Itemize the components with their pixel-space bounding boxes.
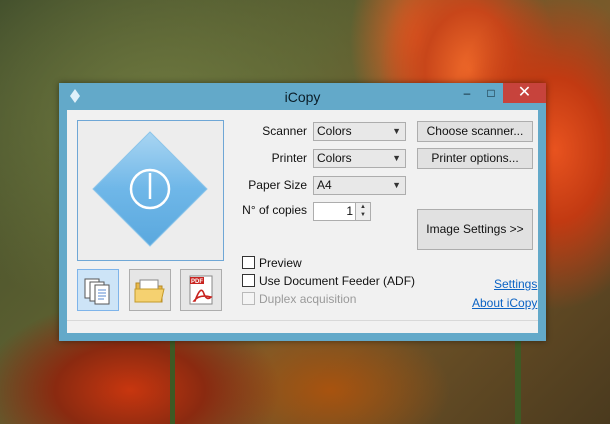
minimize-button[interactable]: – <box>457 83 477 103</box>
printer-select-value: Colors <box>317 151 352 165</box>
scanner-label: Scanner <box>262 124 307 138</box>
main-panel: PDF Scanner Printer Paper Size N° of cop… <box>67 110 538 333</box>
duplex-label: Duplex acquisition <box>259 292 357 306</box>
paper-size-label: Paper Size <box>248 178 307 192</box>
pdf-label: PDF <box>191 279 203 285</box>
open-folder-icon <box>134 279 165 303</box>
duplex-option: Duplex acquisition <box>242 292 356 308</box>
icopy-window: iCopy – □ ✕ PDF Scanner Printer Paper Si… <box>59 83 546 341</box>
copy-documents-icon <box>84 278 110 305</box>
adf-option[interactable]: Use Document Feeder (ADF) <box>242 274 415 290</box>
background-stem <box>170 340 175 424</box>
pdf-icon: PDF <box>189 275 213 305</box>
printer-select[interactable]: Colors ▼ <box>313 149 406 168</box>
save-to-folder-button[interactable] <box>129 269 171 311</box>
settings-link[interactable]: Settings <box>494 277 537 291</box>
chevron-down-icon: ▼ <box>392 126 401 136</box>
scanner-select-value: Colors <box>317 124 352 138</box>
preview-label: Preview <box>259 256 302 270</box>
chevron-down-icon: ▼ <box>392 153 401 163</box>
image-settings-button[interactable]: Image Settings >> <box>417 209 533 250</box>
bottom-divider <box>67 320 538 321</box>
maximize-button[interactable]: □ <box>481 83 501 103</box>
paper-size-select-value: A4 <box>317 178 332 192</box>
power-icon <box>92 131 208 247</box>
copies-label: N° of copies <box>242 203 307 217</box>
background-stem <box>515 330 521 424</box>
printer-options-button[interactable]: Printer options... <box>417 148 533 169</box>
close-button[interactable]: ✕ <box>503 83 546 103</box>
choose-scanner-button[interactable]: Choose scanner... <box>417 121 533 142</box>
preview-option[interactable]: Preview <box>242 256 302 272</box>
save-as-pdf-button[interactable]: PDF <box>180 269 222 311</box>
scanner-select[interactable]: Colors ▼ <box>313 122 406 141</box>
copy-start-button[interactable] <box>77 120 224 261</box>
paper-size-select[interactable]: A4 ▼ <box>313 176 406 195</box>
adf-label: Use Document Feeder (ADF) <box>259 274 416 288</box>
adf-checkbox[interactable] <box>242 274 255 287</box>
copies-value: 1 <box>346 204 353 218</box>
preview-checkbox[interactable] <box>242 256 255 269</box>
duplex-checkbox <box>242 292 255 305</box>
chevron-down-icon: ▼ <box>392 180 401 190</box>
copies-stepper[interactable]: 1 ▲ ▼ <box>313 202 371 221</box>
printer-label: Printer <box>271 151 307 165</box>
copy-mode-button[interactable] <box>77 269 119 311</box>
title-bar[interactable]: iCopy – □ ✕ <box>59 83 546 110</box>
about-link[interactable]: About iCopy <box>472 296 537 310</box>
stepper-arrows-icon[interactable]: ▲ ▼ <box>355 203 370 220</box>
